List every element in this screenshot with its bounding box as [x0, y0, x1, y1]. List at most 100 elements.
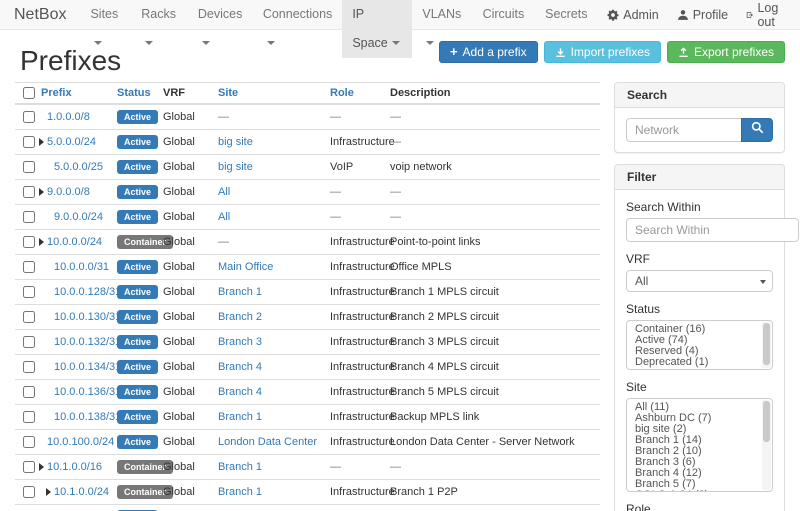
export-prefixes-button[interactable]: Export prefixes [667, 41, 785, 63]
site-link[interactable]: Branch 1 [218, 411, 262, 423]
prefix-link[interactable]: 9.0.0.0/8 [47, 186, 90, 198]
vrf-cell: Global [155, 355, 210, 380]
empty-dash: — [330, 111, 341, 123]
add-a-prefix-button[interactable]: +Add a prefix [439, 41, 538, 63]
row-checkbox[interactable] [23, 236, 35, 248]
row-checkbox[interactable] [23, 111, 35, 123]
site-link[interactable]: Branch 1 [218, 286, 262, 298]
site-link[interactable]: Branch 1 [218, 461, 262, 473]
prefix-link[interactable]: 10.0.0.0/31 [54, 261, 109, 273]
import-prefixes-button[interactable]: Import prefixes [544, 41, 661, 63]
row-select-cell [15, 330, 33, 355]
site-link[interactable]: All [218, 211, 230, 223]
brand[interactable]: NetBox [0, 0, 80, 29]
select-all-checkbox[interactable] [23, 87, 35, 99]
row-checkbox[interactable] [23, 186, 35, 198]
vrf-cell: Global [155, 480, 210, 505]
chevron-down-icon [760, 280, 766, 284]
prefix-link[interactable]: 10.0.0.0/24 [47, 236, 102, 248]
nav-profile[interactable]: Profile [668, 8, 737, 22]
site-link[interactable]: Branch 4 [218, 361, 262, 373]
site-link[interactable]: Branch 4 [218, 386, 262, 398]
row-checkbox[interactable] [23, 461, 35, 473]
row-checkbox[interactable] [23, 336, 35, 348]
sort-link-site[interactable]: Site [218, 87, 238, 99]
status-cell: Active [109, 180, 155, 205]
row-select-cell [15, 480, 33, 505]
row-checkbox[interactable] [23, 211, 35, 223]
sort-link-role[interactable]: Role [330, 87, 354, 99]
search-button[interactable] [741, 118, 773, 142]
row-checkbox[interactable] [23, 486, 35, 498]
navbar-right: AdminProfileLog out [598, 0, 800, 29]
nav-link-racks[interactable]: Racks [131, 0, 188, 58]
site-link[interactable]: Branch 1 [218, 486, 262, 498]
scrollbar-track[interactable] [762, 322, 771, 368]
site-link[interactable]: London Data Center [218, 436, 317, 448]
search-input[interactable] [626, 118, 741, 142]
prefix-link[interactable]: 1.0.0.0/8 [47, 111, 90, 123]
table-row: 10.0.0.134/31ActiveGlobalBranch 4Infrast… [15, 355, 600, 380]
prefix-link[interactable]: 10.0.100.0/24 [47, 436, 114, 448]
row-checkbox[interactable] [23, 161, 35, 173]
prefix-link[interactable]: 5.0.0.0/25 [54, 161, 103, 173]
column-header-status: Status [109, 83, 155, 105]
row-checkbox[interactable] [23, 436, 35, 448]
row-checkbox[interactable] [23, 136, 35, 148]
prefix-link[interactable]: 5.0.0.0/24 [47, 136, 96, 148]
prefix-link[interactable]: 10.0.0.134/31 [54, 361, 121, 373]
row-checkbox[interactable] [23, 311, 35, 323]
vrf-select[interactable]: All [626, 270, 773, 292]
empty-dash: — [330, 186, 341, 198]
main-nav: SitesRacksDevicesConnectionsIP SpaceVLAN… [80, 0, 598, 29]
prefix-link[interactable]: 10.0.0.132/31 [54, 336, 121, 348]
nav-item-vlans: VLANs [412, 0, 472, 29]
nav-link-ip-space[interactable]: IP Space [342, 0, 412, 58]
site-link[interactable]: Branch 2 [218, 311, 262, 323]
site-link[interactable]: big site [218, 136, 253, 148]
nav-log-out[interactable]: Log out [737, 1, 792, 29]
site-label: Site [626, 380, 773, 394]
scrollbar-thumb[interactable] [763, 323, 770, 365]
row-select-cell [15, 230, 33, 255]
site-option[interactable]: COLO-1-24 (3) [635, 490, 756, 492]
site-link[interactable]: big site [218, 161, 253, 173]
row-checkbox[interactable] [23, 411, 35, 423]
prefix-cell: 5.0.0.0/24 [33, 130, 109, 155]
navbar: NetBox SitesRacksDevicesConnectionsIP Sp… [0, 0, 800, 30]
site-link[interactable]: Branch 3 [218, 336, 262, 348]
prefix-link[interactable]: 10.1.0.0/24 [54, 486, 109, 498]
status-badge: Active [117, 360, 158, 374]
site-link[interactable]: Main Office [218, 261, 273, 273]
description-cell: voip network [382, 155, 600, 180]
table-row: 10.0.0.128/31ActiveGlobalBranch 1Infrast… [15, 280, 600, 305]
nav-link-devices[interactable]: Devices [188, 0, 253, 58]
site-link[interactable]: All [218, 186, 230, 198]
nav-link-connections[interactable]: Connections [253, 0, 343, 58]
row-checkbox[interactable] [23, 361, 35, 373]
row-checkbox[interactable] [23, 386, 35, 398]
sort-link-prefix[interactable]: Prefix [41, 87, 72, 99]
search-within-input[interactable] [626, 218, 799, 242]
row-select-cell [15, 255, 33, 280]
status-option[interactable]: Deprecated (1) [635, 357, 756, 368]
row-checkbox[interactable] [23, 286, 35, 298]
gear-icon [607, 9, 619, 21]
prefix-link[interactable]: 10.0.0.128/31 [54, 286, 121, 298]
nav-admin[interactable]: Admin [598, 8, 667, 22]
row-checkbox[interactable] [23, 261, 35, 273]
status-multiselect[interactable]: Container (16)Active (74)Reserved (4)Dep… [626, 320, 773, 370]
prefix-link[interactable]: 10.0.0.138/31 [54, 411, 121, 423]
prefix-link[interactable]: 10.0.0.136/31 [54, 386, 121, 398]
prefix-link[interactable]: 10.0.0.130/31 [54, 311, 121, 323]
scrollbar-track[interactable] [762, 400, 771, 490]
empty-dash: — [390, 136, 401, 148]
column-header-description: Description [382, 83, 600, 105]
sort-link-status[interactable]: Status [117, 87, 151, 99]
prefix-link[interactable]: 9.0.0.0/24 [54, 211, 103, 223]
scrollbar-thumb[interactable] [763, 401, 770, 442]
site-multiselect[interactable]: All (11)Ashburn DC (7)big site (2)Branch… [626, 398, 773, 492]
site-cell: Branch 1 [210, 480, 322, 505]
prefix-link[interactable]: 10.1.0.0/16 [47, 461, 102, 473]
search-icon [751, 121, 764, 134]
